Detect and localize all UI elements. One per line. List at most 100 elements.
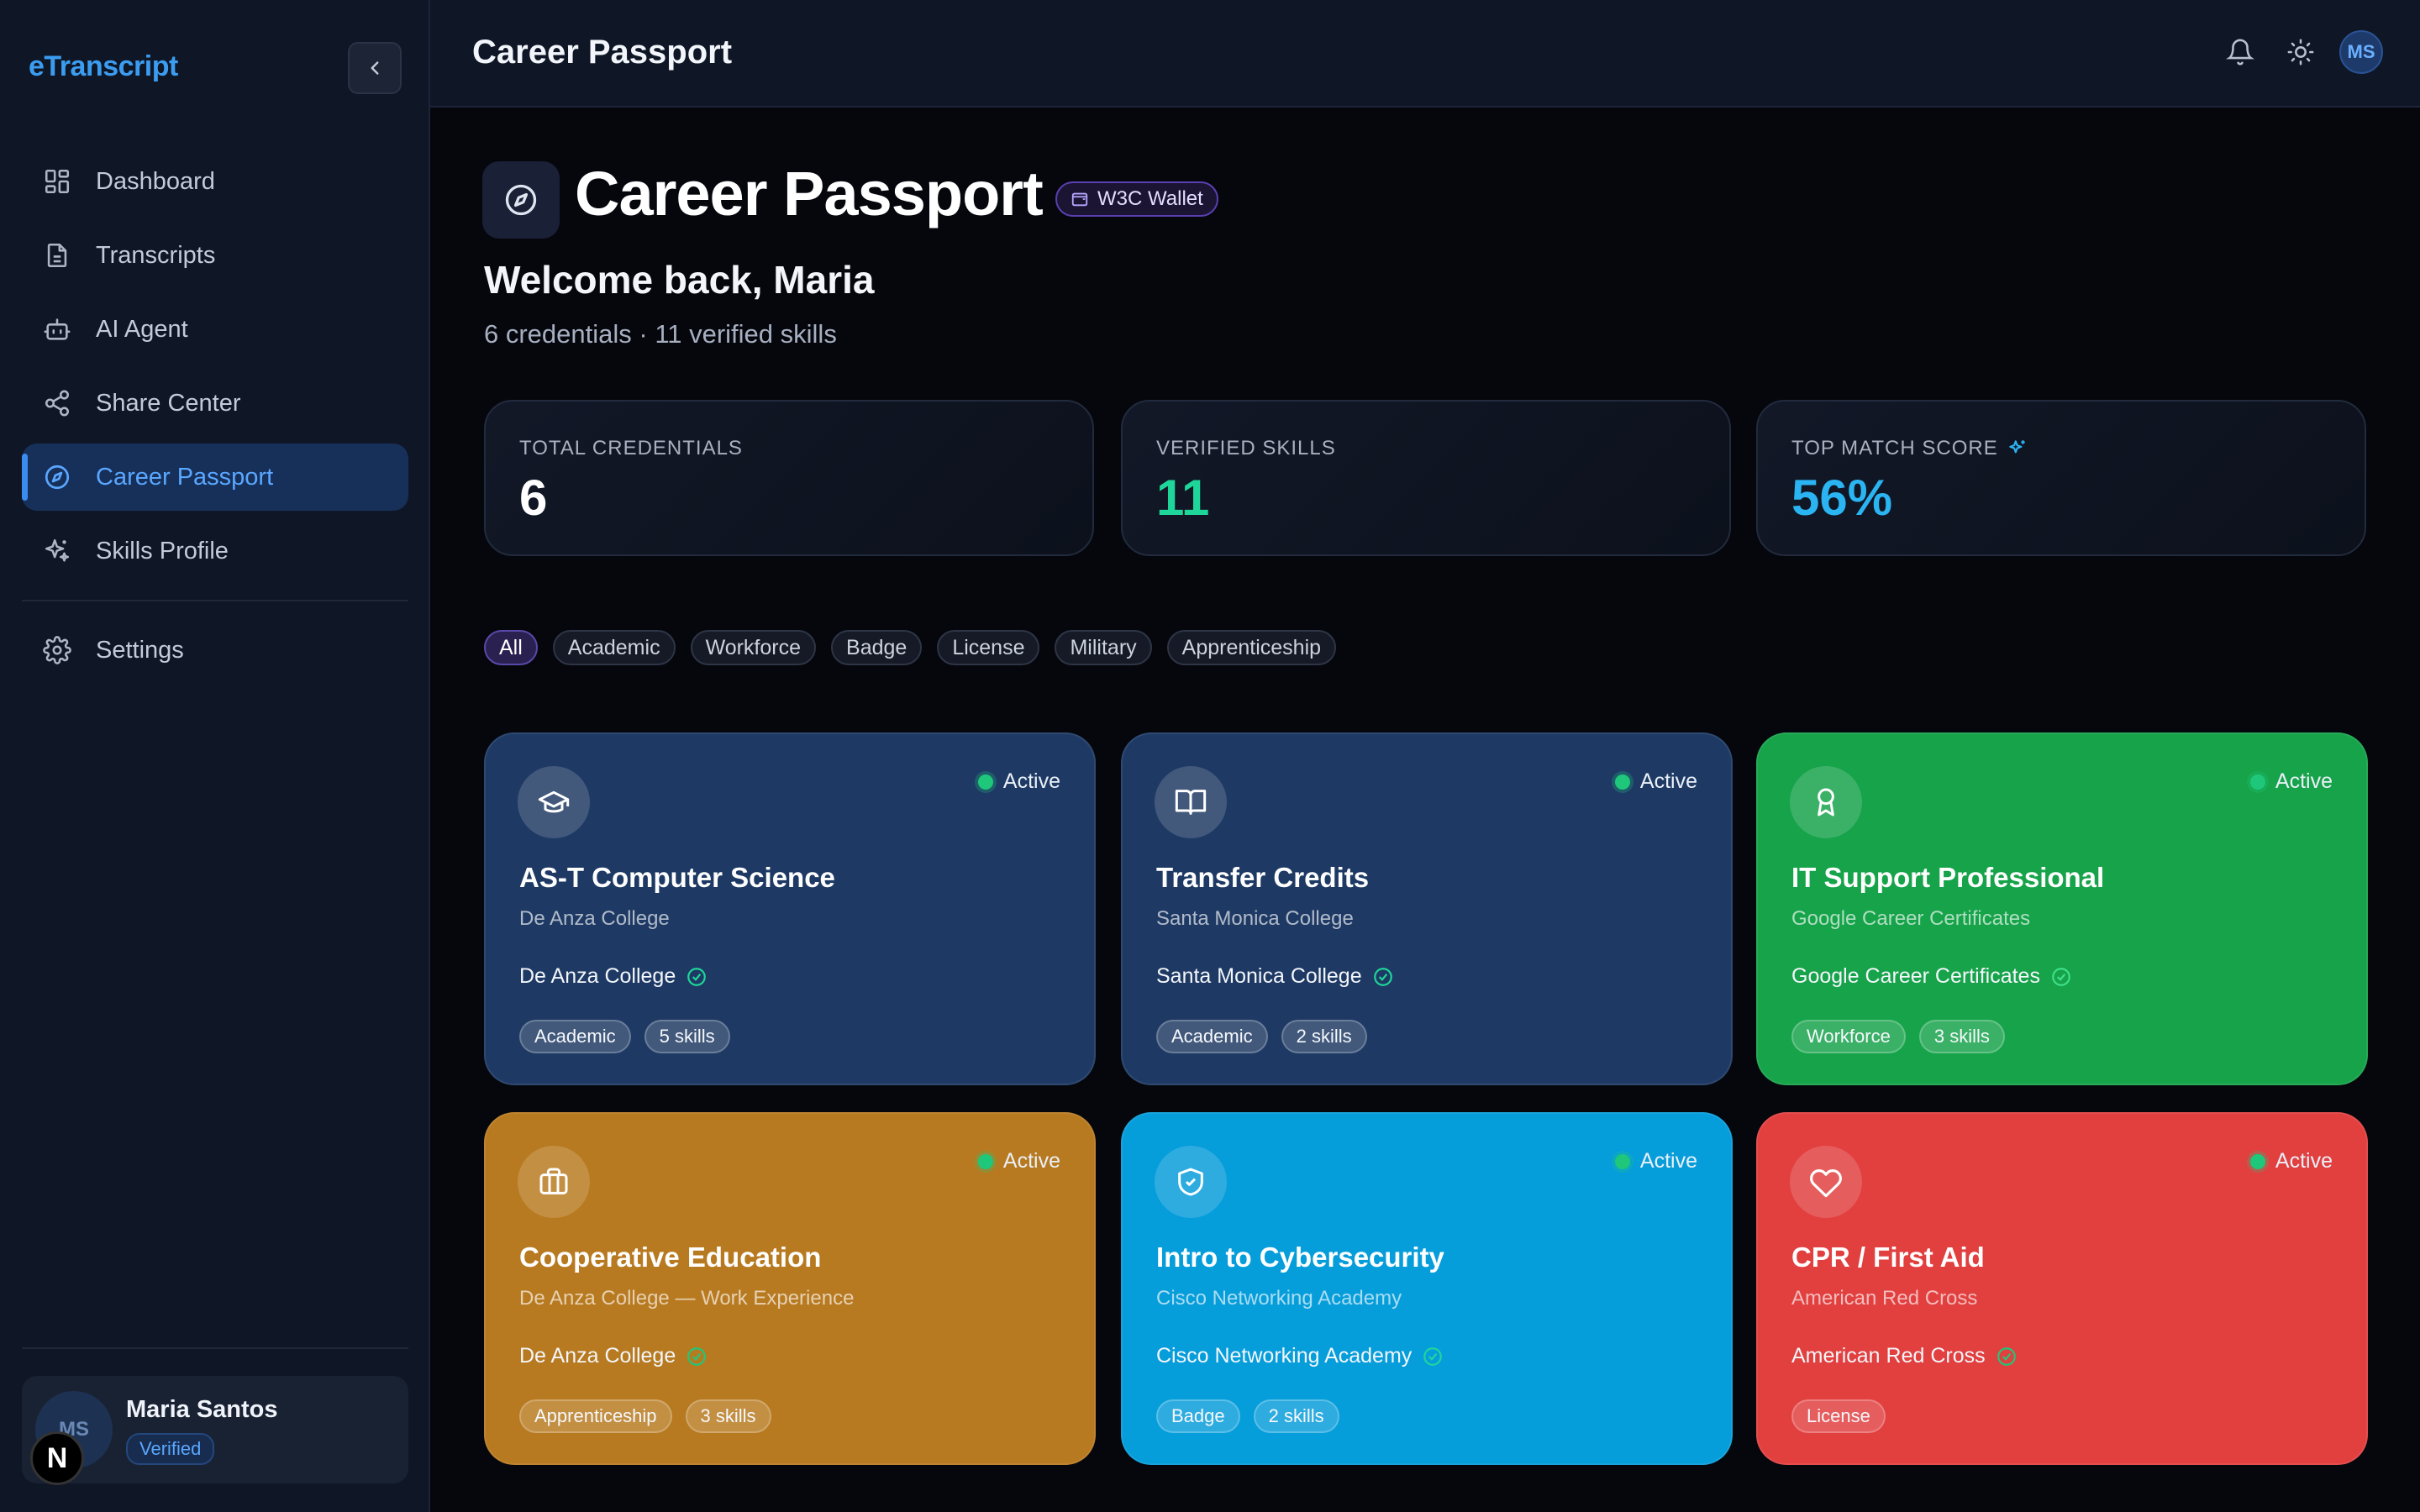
credential-title: IT Support Professional — [1791, 862, 2105, 893]
award-icon — [1790, 766, 1862, 838]
check-circle-icon — [2050, 966, 2072, 988]
page-title: Career Passport — [472, 34, 733, 71]
sidebar-item-dashboard[interactable]: Dashboard — [22, 148, 408, 215]
credential-verified-by: Google Career Certificates — [1791, 964, 2072, 989]
credential-card[interactable]: Active Transfer Credits Santa Monica Col… — [1121, 732, 1733, 1085]
filter-chip-apprenticeship[interactable]: Apprenticeship — [1166, 630, 1337, 665]
gear-icon — [40, 633, 74, 667]
share-icon — [40, 386, 74, 420]
sidebar-item-label: AI Agent — [96, 315, 188, 343]
notifications-button[interactable] — [2218, 30, 2262, 74]
credential-card[interactable]: Active Cooperative Education De Anza Col… — [484, 1112, 1096, 1465]
credential-tags: Academic 5 skills — [519, 1020, 744, 1053]
credential-tags: Badge 2 skills — [1156, 1399, 1353, 1433]
type-tag: Academic — [1156, 1020, 1268, 1053]
stat-label: TOTAL CREDENTIALS — [519, 437, 743, 459]
sidebar-item-label: Career Passport — [96, 463, 274, 491]
sparkles-icon — [2008, 440, 2025, 454]
stat-value: 6 — [519, 470, 548, 526]
credential-tags: Workforce 3 skills — [1791, 1020, 2018, 1053]
sidebar-item-career-passport[interactable]: Career Passport — [22, 444, 408, 511]
stat-label: TOP MATCH SCORE — [1791, 437, 1998, 459]
type-tag: Workforce — [1791, 1020, 1906, 1053]
credential-issuer: Google Career Certificates — [1791, 907, 2031, 930]
dev-indicator-badge[interactable]: N — [30, 1431, 84, 1485]
brand-logo[interactable]: eTranscript — [29, 50, 178, 83]
wallet-icon — [1071, 190, 1089, 208]
status-badge: Active — [2249, 769, 2333, 794]
sidebar-item-settings[interactable]: Settings — [22, 617, 408, 684]
credential-verified-by: De Anza College — [519, 1344, 708, 1368]
bot-icon — [40, 312, 74, 346]
user-divider — [22, 1347, 408, 1349]
sidebar: eTranscript Dashboard Transcripts AI Age… — [0, 0, 430, 1512]
sidebar-item-ai-agent[interactable]: AI Agent — [22, 296, 408, 363]
main-content: Career Passport W3C Wallet Welcome back,… — [430, 109, 2420, 1512]
collapse-sidebar-button[interactable] — [348, 42, 402, 94]
credential-card[interactable]: Active IT Support Professional Google Ca… — [1756, 732, 2368, 1085]
stat-card-verified-skills: VERIFIED SKILLS 11 — [1121, 400, 1731, 556]
type-tag: Badge — [1156, 1399, 1240, 1433]
page-heading: Career Passport — [575, 159, 1044, 228]
filter-chip-workforce[interactable]: Workforce — [690, 630, 817, 665]
sidebar-nav: Dashboard Transcripts AI Agent Share Cen… — [22, 148, 408, 690]
status-label: Active — [2275, 769, 2333, 793]
credential-filter-chips: All Academic Workforce Badge License Mil… — [484, 630, 1351, 665]
credential-verified-by: American Red Cross — [1791, 1344, 2018, 1368]
stat-card-top-match-score: TOP MATCH SCORE 56% — [1756, 400, 2366, 556]
grid-icon — [40, 165, 74, 198]
filter-chip-all[interactable]: All — [484, 630, 538, 665]
verifier-name: De Anza College — [519, 964, 676, 988]
compass-icon — [40, 460, 74, 494]
status-dot — [2249, 774, 2265, 790]
credential-card[interactable]: Active CPR / First Aid American Red Cros… — [1756, 1112, 2368, 1465]
status-dot — [977, 1153, 993, 1169]
welcome-heading: Welcome back, Maria — [484, 258, 875, 302]
verifier-name: Google Career Certificates — [1791, 964, 2040, 988]
status-badge: Active — [1614, 769, 1697, 794]
credential-card[interactable]: Active AS-T Computer Science De Anza Col… — [484, 732, 1096, 1085]
wallet-badge-label: W3C Wallet — [1097, 187, 1203, 210]
filter-chip-badge[interactable]: Badge — [831, 630, 923, 665]
filter-chip-military[interactable]: Military — [1055, 630, 1152, 665]
check-circle-icon — [1422, 1346, 1444, 1368]
stat-label-row: TOP MATCH SCORE — [1791, 437, 2028, 460]
credential-tags: Apprenticeship 3 skills — [519, 1399, 785, 1433]
credential-issuer: Santa Monica College — [1156, 907, 1354, 930]
user-name: Maria Santos — [126, 1396, 278, 1423]
skills-count-tag: 2 skills — [1253, 1399, 1339, 1433]
stat-card-total-credentials: TOTAL CREDENTIALS 6 — [484, 400, 1094, 556]
credential-issuer: De Anza College — Work Experience — [519, 1287, 855, 1310]
chevron-left-icon — [371, 61, 379, 75]
skills-count-tag: 2 skills — [1281, 1020, 1367, 1053]
credential-card[interactable]: Active Intro to Cybersecurity Cisco Netw… — [1121, 1112, 1733, 1465]
user-profile-card[interactable]: MS N Maria Santos Verified — [22, 1376, 408, 1485]
type-tag: License — [1791, 1399, 1886, 1433]
sidebar-item-share-center[interactable]: Share Center — [22, 370, 408, 437]
type-tag: Academic — [519, 1020, 631, 1053]
stat-value: 56% — [1791, 470, 1893, 526]
user-avatar-button[interactable]: MS — [2339, 30, 2383, 74]
sidebar-item-transcripts[interactable]: Transcripts — [22, 222, 408, 289]
check-circle-icon — [1372, 966, 1394, 988]
graduation-cap-icon — [518, 766, 590, 838]
topbar: Career Passport MS — [430, 0, 2420, 108]
verifier-name: American Red Cross — [1791, 1344, 1986, 1368]
filter-chip-academic[interactable]: Academic — [552, 630, 676, 665]
sidebar-item-label: Share Center — [96, 389, 241, 417]
sidebar-item-label: Transcripts — [96, 241, 216, 269]
credential-title: Transfer Credits — [1156, 862, 1370, 893]
status-label: Active — [1639, 769, 1697, 793]
w3c-wallet-badge[interactable]: W3C Wallet — [1055, 181, 1218, 217]
theme-toggle-button[interactable] — [2279, 30, 2323, 74]
check-circle-icon — [1996, 1346, 2018, 1368]
sun-icon — [2287, 39, 2314, 66]
filter-chip-license[interactable]: License — [937, 630, 1040, 665]
verifier-name: Santa Monica College — [1156, 964, 1362, 988]
status-label: Active — [1002, 769, 1060, 793]
verifier-name: De Anza College — [519, 1344, 676, 1368]
shield-check-icon — [1155, 1146, 1227, 1218]
credential-tags: Academic 2 skills — [1156, 1020, 1381, 1053]
skills-count-tag: 3 skills — [685, 1399, 771, 1433]
sidebar-item-skills-profile[interactable]: Skills Profile — [22, 517, 408, 585]
